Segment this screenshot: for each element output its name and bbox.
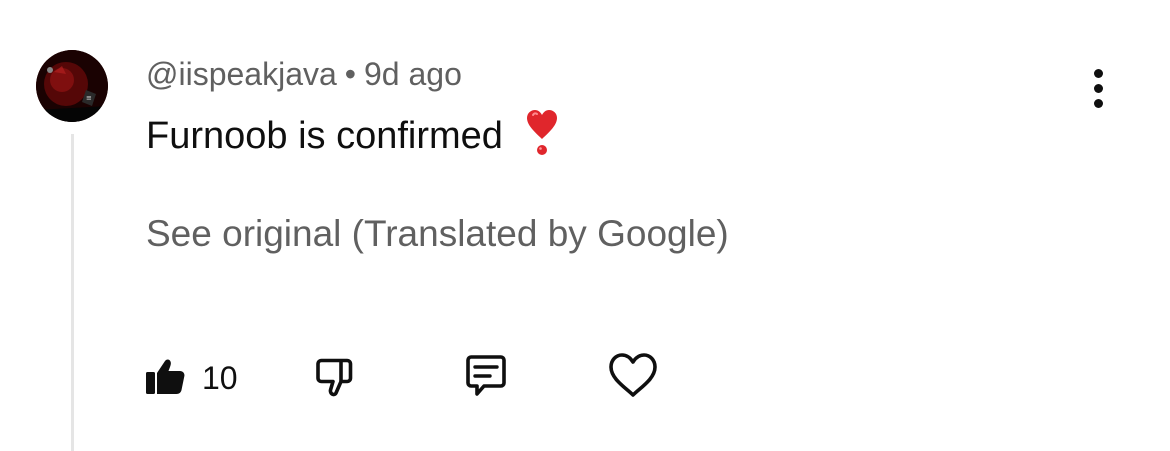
meta-separator: • — [344, 56, 356, 92]
exclamation-heart-icon — [525, 108, 559, 170]
heart-outline-icon — [606, 350, 660, 407]
comment-meta: @iispeakjava • 9d ago — [146, 52, 462, 96]
comment-body: Furnoob is confirmed — [146, 108, 559, 170]
like-count: 10 — [202, 359, 238, 396]
timestamp[interactable]: 9d ago — [364, 56, 462, 92]
comment-text: Furnoob is confirmed — [146, 115, 503, 157]
comment-icon — [460, 350, 512, 407]
more-options-button[interactable] — [1074, 62, 1122, 114]
svg-text:≡: ≡ — [86, 94, 92, 102]
more-vertical-icon — [1093, 68, 1103, 78]
heart-button[interactable] — [606, 350, 660, 406]
more-dot — [1093, 83, 1103, 93]
avatar[interactable]: ≡ — [36, 50, 108, 122]
reply-button[interactable] — [460, 350, 512, 406]
thread-line — [71, 134, 74, 451]
more-dot — [1093, 98, 1103, 108]
author-name[interactable]: @iispeakjava — [146, 56, 337, 92]
thumbs-up-filled-icon — [142, 352, 190, 405]
see-original-link[interactable]: See original (Translated by Google) — [146, 208, 729, 260]
thumbs-down-icon — [310, 352, 358, 405]
avatar-image: ≡ — [36, 50, 108, 122]
dislike-button[interactable] — [310, 350, 358, 406]
like-button[interactable]: 10 — [142, 350, 238, 406]
